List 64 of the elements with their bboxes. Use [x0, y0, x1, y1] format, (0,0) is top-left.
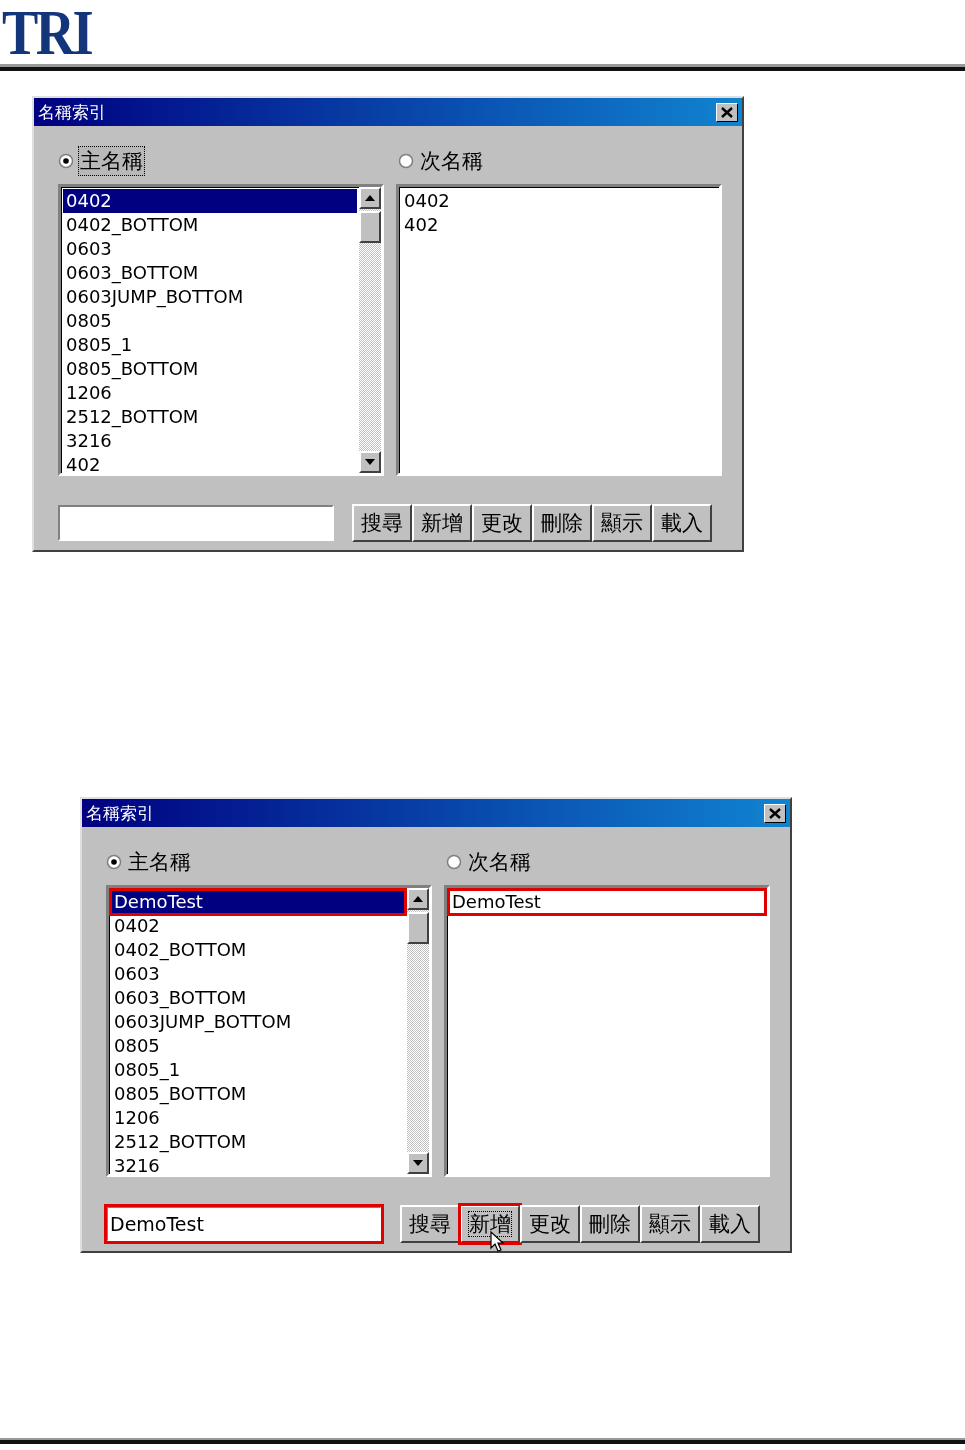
list-item[interactable]: 0805_BOTTOM: [63, 357, 357, 381]
close-button[interactable]: [764, 803, 786, 823]
input-field[interactable]: DemoTest: [106, 1206, 382, 1242]
down-arrow-icon: [413, 1160, 423, 1166]
list-item[interactable]: 1206: [63, 381, 357, 405]
list-item[interactable]: 0603JUMP_BOTTOM: [111, 1010, 405, 1034]
list-item[interactable]: DemoTest: [111, 890, 405, 914]
radio-icon[interactable]: [58, 153, 74, 169]
list-item[interactable]: 0805_BOTTOM: [111, 1082, 405, 1106]
list-item[interactable]: 3216: [111, 1154, 405, 1174]
list-item[interactable]: 0603: [111, 962, 405, 986]
list-item[interactable]: 0603_BOTTOM: [63, 261, 357, 285]
toolbar-button[interactable]: 新增: [412, 504, 472, 542]
toolbar-button[interactable]: 顯示: [640, 1205, 700, 1243]
radio-icon[interactable]: [446, 854, 462, 870]
toolbar-button[interactable]: 載入: [652, 504, 712, 542]
list-item[interactable]: 1206: [111, 1106, 405, 1130]
scroll-up-button[interactable]: [407, 888, 429, 910]
toolbar-button[interactable]: 載入: [700, 1205, 760, 1243]
toolbar-button[interactable]: 更改: [520, 1205, 580, 1243]
toolbar-button[interactable]: 搜尋: [352, 504, 412, 542]
list-item[interactable]: 3216: [63, 429, 357, 453]
list-item[interactable]: 0603JUMP_BOTTOM: [63, 285, 357, 309]
list-item[interactable]: DemoTest: [449, 890, 765, 914]
scroll-up-button[interactable]: [359, 187, 381, 209]
list-item[interactable]: 0603: [63, 237, 357, 261]
scroll-thumb[interactable]: [359, 211, 381, 243]
scroll-thumb[interactable]: [407, 912, 429, 944]
list-item[interactable]: 0402: [401, 189, 717, 213]
toolbar-button[interactable]: 刪除: [532, 504, 592, 542]
logo: TRI: [2, 4, 92, 62]
scroll-down-button[interactable]: [359, 451, 381, 473]
toolbar-button[interactable]: 刪除: [580, 1205, 640, 1243]
list-item[interactable]: 0402_BOTTOM: [63, 213, 357, 237]
list-item[interactable]: 0603_BOTTOM: [111, 986, 405, 1010]
list-item[interactable]: 0805_1: [111, 1058, 405, 1082]
up-arrow-icon: [413, 896, 423, 902]
radio-button[interactable]: 次名稱: [446, 847, 533, 877]
list-item[interactable]: 402: [401, 213, 717, 237]
list-item[interactable]: 2512_BOTTOM: [111, 1130, 405, 1154]
close-icon: [721, 106, 733, 118]
close-button[interactable]: [716, 102, 738, 122]
list-item[interactable]: 0805_1: [63, 333, 357, 357]
list-item[interactable]: 0402: [111, 914, 405, 938]
radio-button[interactable]: 次名稱: [398, 146, 485, 176]
down-arrow-icon: [365, 459, 375, 465]
toolbar-button[interactable]: 更改: [472, 504, 532, 542]
input-field[interactable]: [58, 505, 334, 541]
toolbar-button[interactable]: 搜尋: [400, 1205, 460, 1243]
toolbar-button[interactable]: 顯示: [592, 504, 652, 542]
list-item[interactable]: 402: [63, 453, 357, 473]
list-item[interactable]: 2512_BOTTOM: [63, 405, 357, 429]
window-title: 名稱索引: [86, 801, 154, 825]
radio-button[interactable]: 主名稱: [106, 847, 193, 877]
scroll-down-button[interactable]: [407, 1152, 429, 1174]
list-item[interactable]: 0805: [63, 309, 357, 333]
radio-icon[interactable]: [106, 854, 122, 870]
close-icon: [769, 807, 781, 819]
list-item[interactable]: 0402: [63, 189, 357, 213]
window-title: 名稱索引: [38, 100, 106, 124]
radio-icon[interactable]: [398, 153, 414, 169]
up-arrow-icon: [365, 195, 375, 201]
list-item[interactable]: 0805: [111, 1034, 405, 1058]
list-item[interactable]: 0402_BOTTOM: [111, 938, 405, 962]
